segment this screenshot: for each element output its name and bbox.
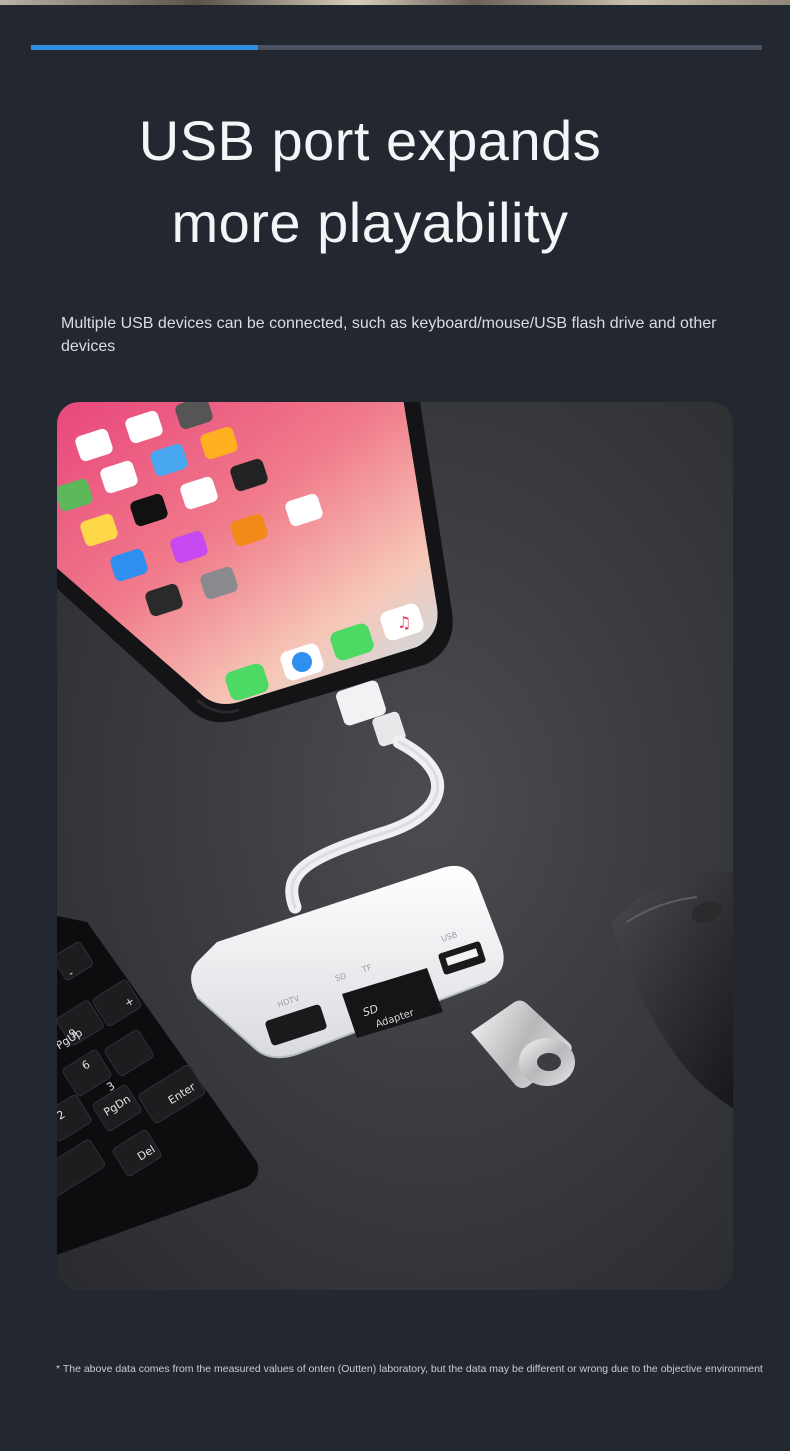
usb-flash-drive [470, 1000, 575, 1089]
top-image-strip [0, 0, 790, 5]
description-text: Multiple USB devices can be connected, s… [61, 315, 717, 355]
smartphone: ♫ [57, 402, 453, 723]
mouse [612, 872, 733, 1109]
section-progress-track [31, 45, 762, 50]
product-illustration: ♫ - 9 PgUp + 6 3 PgDn Enter 2 Del HDTV S… [57, 402, 733, 1255]
headline: USB port expands more playability [0, 100, 740, 264]
product-photo: ♫ - 9 PgUp + 6 3 PgDn Enter 2 Del HDTV S… [57, 402, 733, 1290]
usb-hub-adapter: HDTV SD TF USB SD Adapter [191, 865, 504, 1059]
headline-line-2: more playability [171, 191, 569, 254]
footnote-disclaimer: * The above data comes from the measured… [56, 1363, 763, 1375]
headline-line-1: USB port expands [138, 109, 602, 172]
section-progress-fill [31, 45, 258, 50]
svg-text:♫: ♫ [397, 613, 411, 632]
